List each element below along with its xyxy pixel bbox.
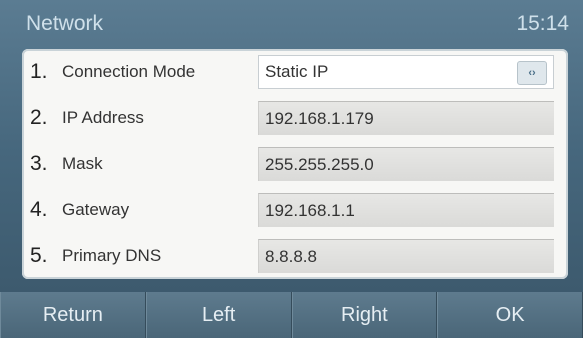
screen-header: Network 15:14: [0, 0, 583, 48]
setting-row-connection-mode[interactable]: 1. Connection Mode Static IP ‹›: [22, 49, 568, 95]
row-label: Mask: [62, 154, 103, 173]
row-label: Connection Mode: [62, 62, 196, 81]
row-value: 255.255.255.0: [265, 154, 374, 174]
row-number: 3.: [30, 152, 48, 175]
gateway-field[interactable]: 192.168.1.1: [258, 193, 554, 227]
mask-field[interactable]: 255.255.255.0: [258, 147, 554, 181]
row-value: 8.8.8.8: [265, 246, 317, 266]
setting-row-gateway[interactable]: 4. Gateway 192.168.1.1: [22, 187, 568, 233]
row-label: IP Address: [62, 108, 144, 127]
right-button[interactable]: Right: [291, 292, 438, 338]
connection-mode-select[interactable]: Static IP ‹›: [258, 55, 554, 89]
row-label: Gateway: [62, 200, 130, 219]
setting-row-mask[interactable]: 3. Mask 255.255.255.0: [22, 141, 568, 187]
phone-screen: Network 15:14 1. Connection Mode Static …: [0, 0, 583, 338]
row-label: Primary DNS: [62, 246, 162, 265]
row-number: 1.: [30, 60, 48, 83]
setting-row-primary-dns[interactable]: 5. Primary DNS 8.8.8.8: [22, 233, 568, 279]
switch-arrows-icon[interactable]: ‹›: [517, 61, 547, 85]
left-button[interactable]: Left: [145, 292, 292, 338]
row-value: 192.168.1.179: [265, 108, 374, 128]
return-button[interactable]: Return: [0, 292, 146, 338]
ok-button[interactable]: OK: [437, 292, 583, 338]
row-value: Static IP: [265, 62, 329, 81]
row-number: 4.: [30, 198, 48, 221]
network-settings-panel: 1. Connection Mode Static IP ‹› 2. IP Ad…: [22, 49, 568, 279]
softkey-bar: Return Left Right OK: [0, 292, 583, 338]
setting-row-ip-address[interactable]: 2. IP Address 192.168.1.179: [22, 95, 568, 141]
row-number: 2.: [30, 106, 48, 129]
ip-address-field[interactable]: 192.168.1.179: [258, 101, 554, 135]
row-value: 192.168.1.1: [265, 200, 355, 220]
page-title: Network: [26, 12, 104, 35]
primary-dns-field[interactable]: 8.8.8.8: [258, 239, 554, 273]
row-number: 5.: [30, 244, 48, 267]
clock: 15:14: [516, 12, 569, 35]
